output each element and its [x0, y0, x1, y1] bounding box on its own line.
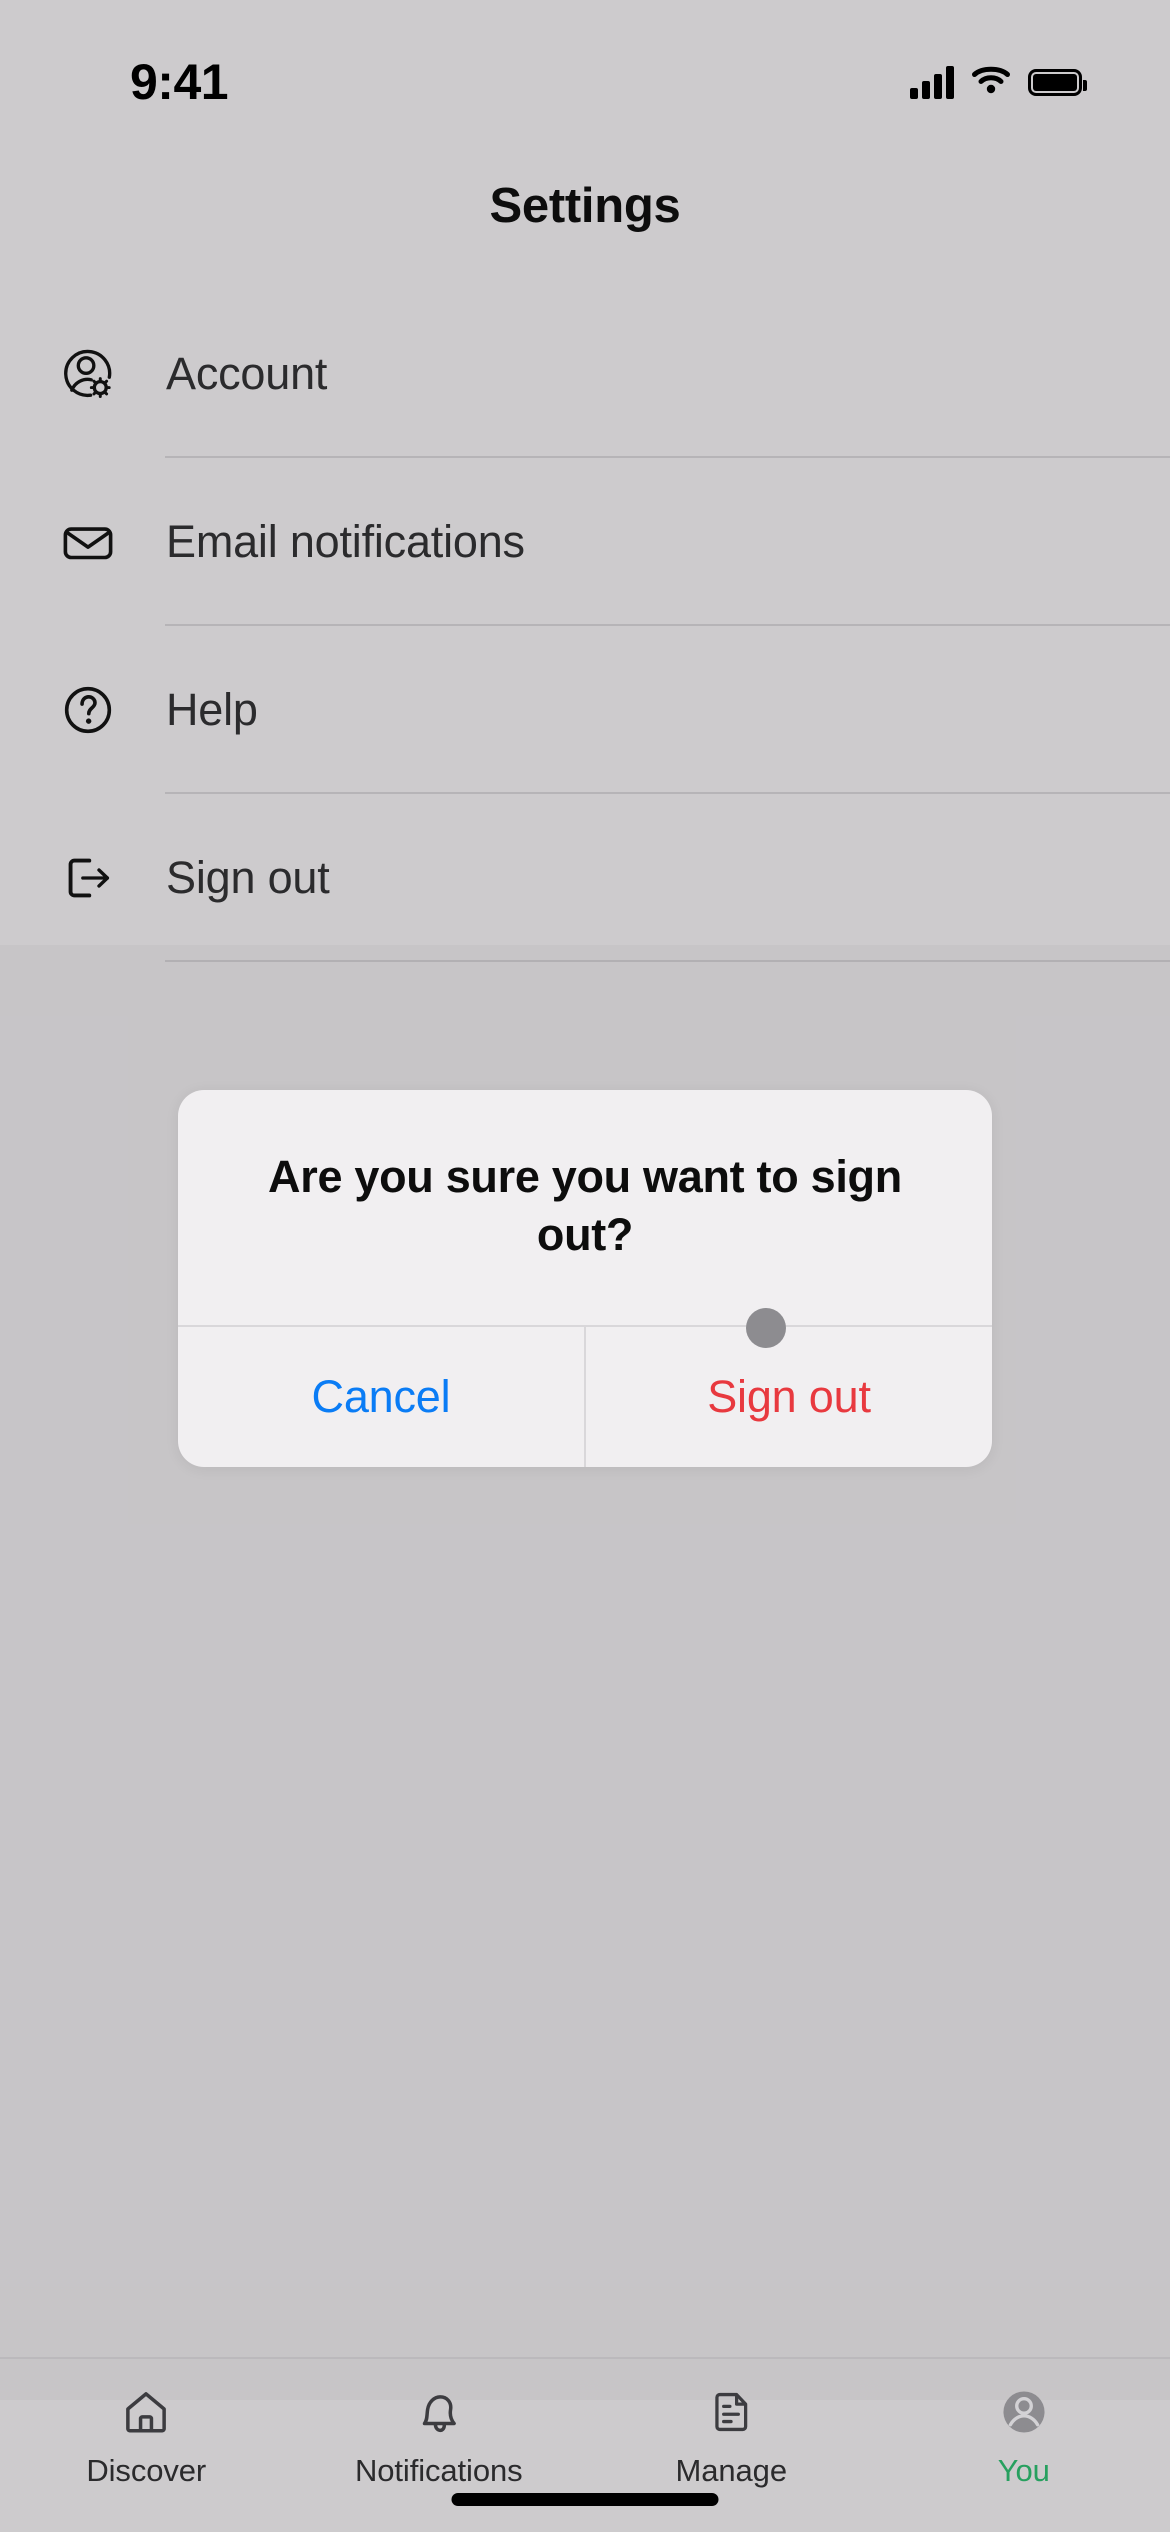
- alert-body: Are you sure you want to sign out?: [178, 1090, 992, 1325]
- sign-out-confirm-button[interactable]: Sign out: [584, 1327, 992, 1468]
- tab-label: Manage: [675, 2453, 788, 2488]
- touch-cursor: [746, 1308, 786, 1348]
- settings-list: Account Email notifications Help Sign ou…: [0, 290, 1170, 962]
- home-indicator: [451, 2493, 719, 2506]
- status-bar-indicators: [910, 65, 1087, 100]
- settings-row-label: Help: [166, 684, 258, 735]
- account-gear-icon: [0, 290, 166, 458]
- wifi-icon: [971, 65, 1011, 100]
- signal-bars-icon: [910, 65, 954, 99]
- alert-actions: Cancel Sign out: [178, 1325, 992, 1468]
- tab-discover[interactable]: Discover: [0, 2381, 293, 2489]
- cancel-button[interactable]: Cancel: [178, 1327, 584, 1467]
- home-icon: [117, 2381, 175, 2443]
- row-divider: [165, 960, 1170, 962]
- tab-label: Discover: [86, 2453, 207, 2488]
- settings-row-account[interactable]: Account: [0, 290, 1170, 458]
- phone-screen: 9:41 Settings Account Email notification…: [0, 0, 1170, 2532]
- avatar-icon: [995, 2381, 1053, 2443]
- bell-icon: [410, 2381, 468, 2443]
- tab-manage[interactable]: Manage: [585, 2381, 878, 2489]
- settings-row-help[interactable]: Help: [0, 626, 1170, 794]
- settings-row-label: Account: [166, 348, 328, 399]
- settings-row-label: Email notifications: [166, 516, 525, 567]
- question-circle-icon: [0, 626, 166, 794]
- tab-label: You: [997, 2453, 1050, 2488]
- sign-out-alert-dialog: Are you sure you want to sign out? Cance…: [178, 1090, 992, 1468]
- settings-row-label: Sign out: [166, 852, 330, 903]
- alert-message: Are you sure you want to sign out?: [268, 1151, 902, 1260]
- status-bar-time: 9:41: [130, 54, 229, 110]
- document-icon: [704, 2381, 758, 2443]
- envelope-icon: [0, 458, 166, 626]
- tab-label: Notifications: [354, 2453, 523, 2488]
- tab-notifications[interactable]: Notifications: [293, 2381, 586, 2489]
- status-bar: 9:41: [0, 0, 1170, 150]
- tab-you[interactable]: You: [878, 2381, 1170, 2489]
- logout-icon: [0, 794, 166, 962]
- settings-row-email-notifications[interactable]: Email notifications: [0, 458, 1170, 626]
- page-title: Settings: [489, 179, 681, 233]
- battery-icon: [1028, 68, 1087, 96]
- settings-row-sign-out[interactable]: Sign out: [0, 794, 1170, 962]
